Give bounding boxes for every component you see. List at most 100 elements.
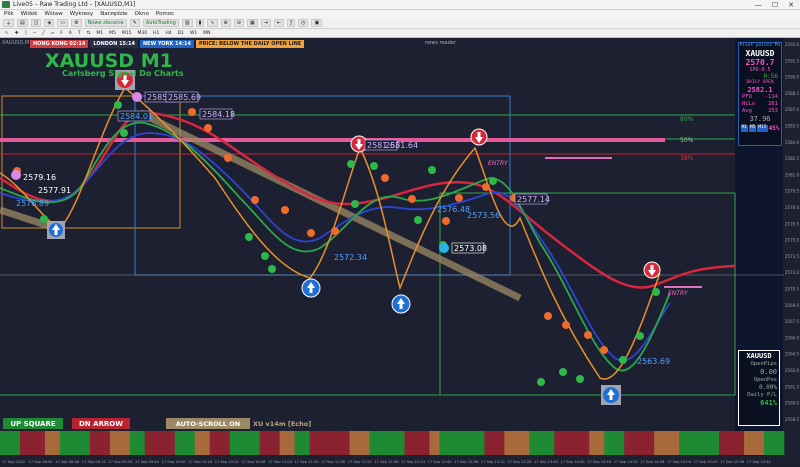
time-axis-label: 17 Sep 14:00 (561, 460, 586, 464)
up-arrow-marker (601, 385, 621, 405)
vertical-line-icon[interactable]: │ (23, 31, 30, 36)
indicators-icon[interactable]: ƒ (287, 19, 296, 27)
histogram-bar (429, 431, 435, 455)
arrows-icon[interactable]: ⇅ (85, 31, 93, 36)
histogram-bar (684, 431, 690, 455)
autoscroll-icon[interactable]: ⇥ (260, 19, 271, 27)
chart-canvas[interactable]: 2585.69 2585.69 2584.01 2584.18 2579.16 … (0, 38, 800, 465)
tf-h4[interactable]: H4 (163, 31, 173, 36)
symbol-tab[interactable]: XAUUSD,M1 (2, 40, 32, 46)
market-watch-icon[interactable]: ◫ (30, 19, 42, 27)
horizontal-line-icon[interactable]: ─ (31, 31, 38, 36)
histogram-bar (184, 431, 191, 455)
strategy-tester-icon[interactable]: ⚙ (71, 19, 82, 27)
histogram-bar (779, 431, 785, 455)
histogram-bar (339, 431, 345, 455)
profiles-icon[interactable]: ▤ (17, 19, 28, 27)
histogram-bar (624, 431, 630, 455)
open-pips-label: OpenPips (750, 361, 778, 367)
cursor-icon[interactable]: ↖ (3, 31, 11, 36)
chart-area[interactable]: 2585.69 2585.69 2584.01 2584.18 2579.16 … (0, 38, 800, 465)
label-icon[interactable]: T (76, 31, 83, 36)
menu-window[interactable]: Okno (135, 11, 149, 17)
menu-view[interactable]: Widok (21, 11, 38, 17)
histogram-bar (354, 431, 360, 455)
fibo-icon[interactable]: F (58, 31, 65, 36)
tf-h1[interactable]: H1 (151, 31, 161, 36)
line-chart-icon[interactable]: ∿ (207, 19, 218, 27)
chart-shift-icon[interactable]: ⇤ (273, 19, 285, 27)
news-reader-label[interactable]: news reader (425, 40, 456, 46)
panel-tf-m5[interactable]: M5 (749, 125, 757, 132)
time-axis-label: 17 Sep 15:52 (747, 460, 771, 464)
price-label: 2584.18 (202, 110, 235, 119)
menu-insert[interactable]: Wstaw (44, 11, 62, 17)
menu-charts[interactable]: Wykresy (70, 11, 93, 17)
histogram-bar (724, 431, 730, 455)
minimize-button[interactable]: — (755, 1, 762, 9)
channel-icon[interactable]: ▱ (49, 31, 56, 36)
maximize-button[interactable]: ☐ (772, 1, 778, 9)
auto-scroll-button[interactable]: AUTO-SCROLL ON (166, 418, 250, 429)
tf-m1[interactable]: M1 (94, 31, 105, 36)
histogram-bar (484, 431, 490, 455)
menu-bar: Plik Widok Wstaw Wykresy Narzędzie Okno … (0, 10, 800, 18)
version-label: XU v14m [Echo] (253, 419, 312, 428)
templates-icon[interactable]: ▣ (311, 19, 323, 27)
tf-m30[interactable]: M30 (136, 31, 150, 36)
histogram-bar (344, 431, 350, 455)
panel-tf-m1[interactable]: M1 (740, 125, 748, 132)
menu-help[interactable]: Pomoc (156, 11, 174, 17)
histogram-bar (59, 431, 66, 455)
time-axis-label: 17 Sep 15:36 (720, 460, 745, 464)
price-label: 2577.91 (38, 186, 71, 195)
orange-signal-dots (13, 108, 608, 354)
menu-tools[interactable]: Narzędzie (100, 11, 127, 17)
tf-mn[interactable]: MN (201, 31, 212, 36)
tf-w1[interactable]: W1 (188, 31, 199, 36)
time-axis-label: 17 Sep 14:48 (640, 460, 665, 464)
histogram-bar (119, 431, 126, 455)
hilo-label: HiLo (742, 101, 756, 107)
up-square-button[interactable]: UP SQUARE (3, 418, 63, 429)
candle-chart-icon[interactable]: ▮ (195, 19, 205, 27)
close-button[interactable]: ✕ (788, 1, 794, 9)
app-icon (2, 1, 10, 8)
histogram-bar (49, 431, 56, 455)
histogram-bar (674, 431, 680, 455)
time-axis-label: 17 Sep 11:36 (321, 460, 346, 464)
histogram-bar (364, 431, 370, 455)
histogram-bar (219, 431, 226, 455)
zoom-out-icon[interactable]: ⊖ (233, 19, 244, 27)
periods-icon[interactable]: ◷ (298, 19, 309, 27)
svg-text:ENTRY: ENTRY (668, 290, 689, 297)
price-axis-label: 2561.5 (785, 384, 799, 389)
panel-tf-m15[interactable]: M15 (757, 125, 768, 132)
time-axis-labels: 17 Sep 2024 17 Sep 08:40 17 Sep 08:56 17 Se… (2, 460, 771, 464)
tf-m5[interactable]: M5 (107, 31, 118, 36)
menu-file[interactable]: Plik (4, 11, 14, 17)
crosshair-icon[interactable]: ✚ (13, 31, 21, 36)
zoom-in-icon[interactable]: ⊕ (220, 19, 231, 27)
tf-d1[interactable]: D1 (176, 31, 186, 36)
histogram-bar (374, 431, 380, 455)
trendline-icon[interactable]: ╱ (40, 31, 47, 36)
histogram-strip (0, 431, 785, 455)
new-chart-icon[interactable]: ＋ (3, 19, 15, 27)
tf-m15[interactable]: M15 (120, 31, 134, 36)
text-icon[interactable]: A (67, 31, 74, 36)
tile-icon[interactable]: ▦ (246, 19, 258, 27)
time-axis-label: 17 Sep 11:04 (268, 460, 293, 464)
price-axis-label: 2576.5 (785, 221, 799, 226)
bar-chart-icon[interactable]: ▥ (181, 19, 193, 27)
terminal-icon[interactable]: ▭ (57, 19, 69, 27)
histogram-bar (99, 431, 106, 455)
new-order-button[interactable]: Nowe zlecenie (84, 19, 127, 27)
daily-pl-label: Daily P/L (747, 392, 777, 398)
metaeditor-icon[interactable]: ✎ (129, 19, 140, 27)
histogram-bar (19, 431, 26, 455)
navigator-icon[interactable]: ◈ (44, 19, 55, 27)
autotrading-button[interactable]: AutoTrading (142, 19, 179, 27)
dn-arrow-button[interactable]: DN ARROW (72, 418, 130, 429)
daily-pl-value: 641% (760, 399, 777, 407)
